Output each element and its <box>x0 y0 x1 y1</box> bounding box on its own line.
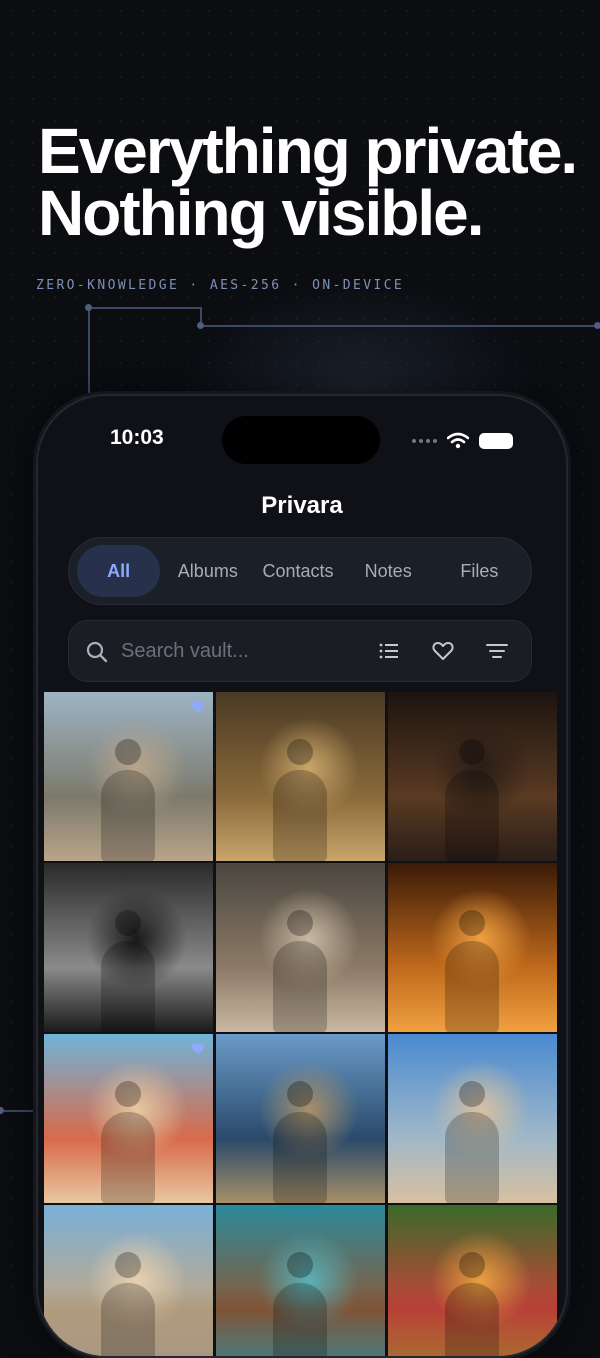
search-input[interactable]: Search vault... <box>121 640 249 663</box>
wifi-icon <box>447 432 469 449</box>
category-tabs: All Albums Contacts Notes Files <box>68 537 532 605</box>
photo-subject-body <box>101 1111 156 1203</box>
photo-subject <box>458 739 485 766</box>
photo-subject-body <box>273 940 328 1032</box>
photo-subject <box>286 739 313 766</box>
app-title: Privara <box>261 492 343 519</box>
photo-subject-body <box>445 769 500 861</box>
tab-notes[interactable]: Notes <box>341 545 436 597</box>
tab-all[interactable]: All <box>77 545 161 597</box>
photo-subject <box>114 1081 141 1108</box>
photo-thumbnail[interactable] <box>44 692 213 861</box>
favorites-heart-icon[interactable] <box>431 639 455 663</box>
photo-thumbnail[interactable] <box>216 863 385 1032</box>
photo-subject <box>458 910 485 937</box>
circuit-line <box>88 307 90 399</box>
dynamic-island <box>222 416 380 464</box>
status-icons <box>412 432 513 449</box>
photo-subject <box>114 910 141 937</box>
photo-subject-body <box>273 769 328 861</box>
circuit-node <box>594 322 600 329</box>
favorite-heart-icon[interactable] <box>191 1042 205 1055</box>
filter-icon[interactable] <box>485 639 509 663</box>
tagline: ZERO-KNOWLEDGE · AES-256 · ON-DEVICE <box>36 278 405 293</box>
circuit-line <box>200 325 600 327</box>
photo-subject <box>286 1252 313 1279</box>
photo-thumbnail[interactable] <box>44 863 213 1032</box>
tab-contacts[interactable]: Contacts <box>255 545 340 597</box>
photo-subject <box>114 739 141 766</box>
signal-icon <box>412 438 437 443</box>
photo-thumbnail[interactable] <box>388 1034 557 1203</box>
photo-subject <box>114 1252 141 1279</box>
photo-subject-body <box>445 940 500 1032</box>
headline-line-1: Everything private. <box>38 115 578 187</box>
photo-subject-body <box>101 940 156 1032</box>
battery-icon <box>479 432 513 449</box>
tab-files[interactable]: Files <box>436 545 523 597</box>
status-time: 10:03 <box>110 426 164 449</box>
photo-thumbnail[interactable] <box>44 1034 213 1203</box>
search-icon <box>86 641 108 663</box>
tab-albums[interactable]: Albums <box>160 545 255 597</box>
photo-subject <box>286 910 313 937</box>
photo-thumbnail[interactable] <box>216 1034 385 1203</box>
search-bar[interactable]: Search vault... <box>68 620 532 682</box>
circuit-line <box>0 1110 38 1112</box>
photo-subject-body <box>445 1111 500 1203</box>
circuit-node <box>85 304 92 311</box>
photo-subject <box>458 1252 485 1279</box>
photo-subject <box>286 1081 313 1108</box>
headline-line-2: Nothing visible. <box>38 177 484 249</box>
hero-headline: Everything private. Nothing visible. <box>38 115 578 249</box>
photo-grid <box>44 692 558 1356</box>
favorite-heart-icon[interactable] <box>191 700 205 713</box>
phone-mockup: 10:03 Privara All Albums Contacts Notes … <box>36 394 568 1358</box>
photo-subject <box>458 1081 485 1108</box>
photo-thumbnail[interactable] <box>216 692 385 861</box>
photo-thumbnail[interactable] <box>388 863 557 1032</box>
circuit-line <box>88 307 201 309</box>
photo-subject-body <box>101 769 156 861</box>
photo-thumbnail[interactable] <box>388 692 557 861</box>
photo-subject-body <box>273 1111 328 1203</box>
circuit-node <box>197 322 204 329</box>
bottom-fade <box>38 1286 566 1356</box>
list-view-icon[interactable] <box>377 639 401 663</box>
